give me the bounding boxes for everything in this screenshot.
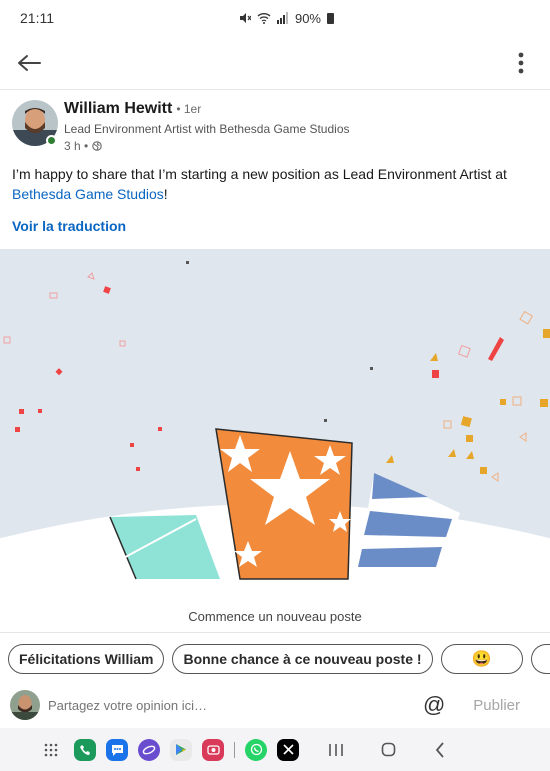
status-bar: 21:11 90% xyxy=(0,0,550,36)
whatsapp-app-icon[interactable] xyxy=(245,738,267,761)
comment-composer: @ Publier xyxy=(0,684,550,726)
back-arrow-icon[interactable] xyxy=(14,48,44,78)
author-headline: Lead Environment Artist with Bethesda Ga… xyxy=(64,122,350,136)
media-caption: Commence un nouveau poste xyxy=(188,609,362,624)
play-store-app-icon[interactable] xyxy=(170,738,192,761)
mute-icon xyxy=(239,13,251,23)
home-icon[interactable] xyxy=(375,742,401,757)
system-taskbar xyxy=(0,728,550,771)
connection-degree: • 1er xyxy=(176,102,202,116)
camera-app-icon[interactable] xyxy=(202,738,224,761)
status-indicators: 90% xyxy=(239,11,334,26)
orange-star-gift-box xyxy=(215,428,353,580)
celebration-illustration xyxy=(0,261,550,631)
post-body: I’m happy to share that I’m starting a n… xyxy=(12,164,542,204)
author-info: William Hewitt • 1er Lead Environment Ar… xyxy=(64,100,350,156)
battery-icon xyxy=(327,12,334,24)
comment-input[interactable] xyxy=(48,697,423,713)
post-header: William Hewitt • 1er Lead Environment Ar… xyxy=(12,100,538,156)
suggestion-chip-good-luck[interactable]: Bonne chance à ce nouveau poste ! xyxy=(172,643,433,674)
globe-icon xyxy=(92,141,102,151)
company-link[interactable]: Bethesda Game Studios xyxy=(12,186,164,202)
wifi-icon xyxy=(257,13,271,24)
dock-separator xyxy=(234,741,235,758)
suggestion-chip-partial[interactable] xyxy=(530,643,550,674)
online-status-dot xyxy=(46,135,57,146)
user-avatar xyxy=(10,690,40,720)
status-time: 21:11 xyxy=(20,10,54,26)
translate-link[interactable]: Voir la traduction xyxy=(12,218,126,234)
post-time: 3 h • xyxy=(64,139,89,153)
signal-icon xyxy=(276,12,288,24)
suggestion-chip-congrats[interactable]: Félicitations William xyxy=(8,643,165,674)
post-meta: 3 h • xyxy=(64,139,350,153)
suggestion-chip-emoji[interactable]: 😃 xyxy=(440,643,523,674)
author-name[interactable]: William Hewitt xyxy=(64,100,172,118)
publish-button[interactable]: Publier xyxy=(473,697,520,714)
internet-app-icon[interactable] xyxy=(138,738,160,761)
post-text-after: ! xyxy=(163,186,168,202)
post-text-before: I’m happy to share that I’m starting a n… xyxy=(12,166,507,182)
mention-button[interactable]: @ xyxy=(423,692,445,718)
phone-app-icon[interactable] xyxy=(74,738,96,761)
back-nav-icon[interactable] xyxy=(427,741,453,758)
battery-percent: 90% xyxy=(294,10,321,26)
new-position-image[interactable]: Commence un nouveau poste xyxy=(0,249,550,631)
x-app-icon[interactable] xyxy=(277,738,299,761)
suggestion-chips: Félicitations William Bonne chance à ce … xyxy=(0,632,550,684)
recents-icon[interactable] xyxy=(323,743,349,757)
messages-app-icon[interactable] xyxy=(106,738,128,761)
app-drawer-icon[interactable] xyxy=(38,743,64,757)
more-vert-icon[interactable] xyxy=(506,48,536,78)
app-header xyxy=(0,36,550,90)
